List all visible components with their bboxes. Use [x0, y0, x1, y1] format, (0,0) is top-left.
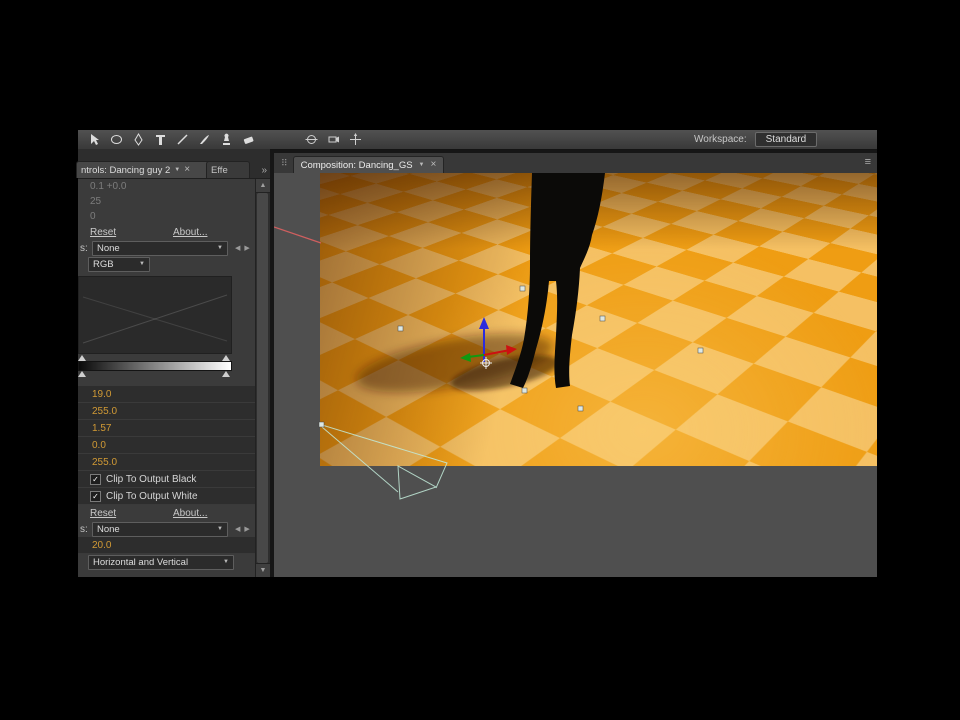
clip-white-checkbox[interactable]: ✓: [90, 490, 101, 502]
effect-header-row: Reset About...: [78, 224, 256, 240]
panel-menu-icon[interactable]: ≡: [865, 156, 871, 168]
mask-row: s: None ▼ ◀▶: [78, 240, 256, 256]
output-levels-sliders[interactable]: [78, 371, 232, 378]
mask-spinner[interactable]: ◀▶: [235, 244, 254, 252]
pen-tool-icon[interactable]: [130, 133, 147, 147]
tab-title: Composition: Dancing_GS: [300, 159, 413, 171]
ellipse-tool-icon[interactable]: [108, 133, 125, 147]
wireframe-triangle: [397, 465, 438, 500]
mask-dropdown-2[interactable]: None ▼: [92, 521, 228, 537]
workspace-selector: Workspace: Standard: [694, 130, 818, 149]
tool-group-camera: [295, 133, 364, 147]
tab-overflow-icon[interactable]: »: [261, 165, 267, 176]
input-white-value[interactable]: 255.0: [78, 403, 256, 420]
mask-spinner-2[interactable]: ◀▶: [235, 525, 254, 533]
track-camera-icon[interactable]: [325, 133, 342, 147]
app-window: Workspace: Standard ntrols: Dancing guy …: [76, 130, 877, 577]
selection-tool-icon[interactable]: [86, 133, 103, 147]
tool-bar: Workspace: Standard: [78, 130, 877, 150]
chevron-down-icon: ▼: [217, 245, 223, 251]
tool-group-main: [78, 133, 257, 147]
levels-gradient-ramp: [78, 361, 232, 371]
clip-black-label: Clip To Output Black: [106, 473, 197, 485]
viewer-pasteboard[interactable]: [274, 173, 877, 577]
tab-title: ntrols: Dancing guy 2: [81, 164, 171, 176]
tab-effects-partial[interactable]: Effe: [206, 161, 250, 178]
mask-dropdown-value: None: [97, 242, 120, 254]
input-white-slider[interactable]: [222, 355, 230, 361]
screen: Workspace: Standard ntrols: Dancing guy …: [0, 0, 960, 720]
mask-label-2: s:: [80, 523, 88, 535]
input-black-value[interactable]: 19.0: [78, 386, 256, 403]
chevron-down-icon: ▼: [139, 261, 145, 267]
panel-scrollbar[interactable]: ▲ ▼: [255, 179, 270, 577]
checkerboard-floor: [320, 173, 877, 443]
output-white-slider[interactable]: [222, 371, 230, 377]
chevron-down-icon: ▼: [223, 559, 229, 565]
mask-dropdown-2-value: None: [97, 523, 120, 535]
orbit-camera-icon[interactable]: [303, 133, 320, 147]
panel-grip-icon[interactable]: ⠿: [281, 158, 288, 169]
effect-controls-content: 0.1 +0.0 25 0 Reset About... s: None ▼ ◀…: [78, 179, 256, 577]
workspace-dropdown[interactable]: Standard: [754, 132, 818, 147]
dimensions-dropdown[interactable]: Horizontal and Vertical ▼: [88, 554, 234, 570]
workspace-label: Workspace:: [694, 134, 747, 145]
effect-header-row-2: Reset About...: [78, 505, 256, 521]
property-value-dim[interactable]: 0.1 +0.0: [78, 179, 256, 194]
channel-dropdown[interactable]: RGB ▼: [88, 256, 150, 272]
motion-path-segment: [274, 226, 322, 244]
gamma-value[interactable]: 1.57: [78, 420, 256, 437]
output-white-value[interactable]: 255.0: [78, 454, 256, 471]
scrollbar-thumb[interactable]: [257, 193, 268, 563]
chevron-down-icon[interactable]: ▼: [174, 167, 180, 173]
chevron-down-icon: ▼: [217, 526, 223, 532]
about-link-2[interactable]: About...: [173, 508, 207, 519]
property-value-dim[interactable]: 25: [78, 194, 256, 209]
channel-dropdown-value: RGB: [93, 258, 114, 270]
chevron-down-icon[interactable]: ▼: [419, 162, 425, 168]
effect-controls-tabbar: ntrols: Dancing guy 2 ▼ × Effe »: [76, 149, 270, 179]
property-value-dim[interactable]: 0: [78, 209, 256, 224]
histogram-trace: [82, 294, 228, 344]
tab-effect-controls[interactable]: ntrols: Dancing guy 2 ▼ ×: [76, 161, 212, 178]
composition-tabbar: ⠿ Composition: Dancing_GS ▼ × ≡: [274, 153, 877, 174]
reset-link-2[interactable]: Reset: [90, 508, 173, 519]
effect-controls-panel: ntrols: Dancing guy 2 ▼ × Effe » 0.1 +0.…: [76, 149, 270, 577]
clip-black-checkbox[interactable]: ✓: [90, 473, 101, 485]
channel-row: RGB ▼: [78, 256, 256, 272]
output-black-slider[interactable]: [78, 371, 86, 377]
blurriness-value[interactable]: 20.0: [78, 537, 256, 554]
line-tool-icon[interactable]: [174, 133, 191, 147]
tab-composition[interactable]: Composition: Dancing_GS ▼ ×: [292, 156, 445, 173]
mask-label: s:: [80, 242, 88, 254]
scroll-down-icon[interactable]: ▼: [256, 563, 270, 577]
close-icon[interactable]: ×: [431, 160, 437, 170]
mask-row-2: s: None ▼ ◀▶: [78, 521, 256, 537]
clip-black-row: ✓ Clip To Output Black: [78, 471, 256, 488]
mask-dropdown[interactable]: None ▼: [92, 240, 228, 256]
type-tool-icon[interactable]: [152, 133, 169, 147]
dimensions-row: Horizontal and Vertical ▼: [78, 554, 256, 570]
input-levels-sliders[interactable]: [78, 354, 232, 361]
clone-stamp-tool-icon[interactable]: [218, 133, 235, 147]
dimensions-dropdown-value: Horizontal and Vertical: [93, 556, 189, 568]
about-link[interactable]: About...: [173, 227, 207, 238]
output-black-value[interactable]: 0.0: [78, 437, 256, 454]
close-icon[interactable]: ×: [184, 165, 190, 175]
clip-white-row: ✓ Clip To Output White: [78, 488, 256, 505]
levels-histogram[interactable]: [78, 276, 232, 354]
pan-camera-icon[interactable]: [347, 133, 364, 147]
input-black-slider[interactable]: [78, 355, 86, 361]
scroll-up-icon[interactable]: ▲: [256, 179, 270, 193]
composition-panel: ⠿ Composition: Dancing_GS ▼ × ≡: [274, 153, 877, 577]
composition-canvas[interactable]: [320, 173, 877, 466]
clip-white-label: Clip To Output White: [106, 490, 198, 502]
eraser-tool-icon[interactable]: [240, 133, 257, 147]
reset-link[interactable]: Reset: [90, 227, 173, 238]
brush-tool-icon[interactable]: [196, 133, 213, 147]
tab-title: Effe: [211, 164, 228, 176]
